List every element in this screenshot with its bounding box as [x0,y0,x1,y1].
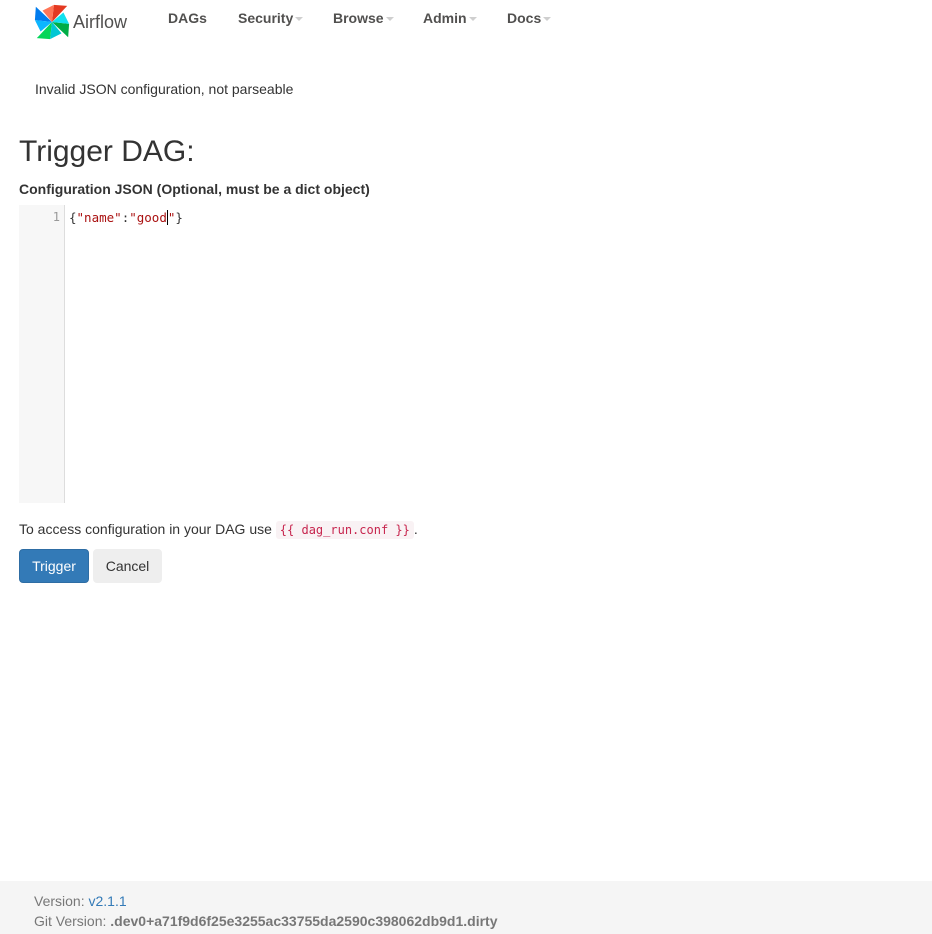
caret-down-icon [543,17,552,22]
caret-down-icon [468,17,477,22]
json-value-token: "good [129,210,167,225]
trigger-button[interactable]: Trigger [19,549,89,583]
config-json-editor[interactable]: 1 {"name":"good"} [19,205,912,503]
version-label: Version: [34,893,89,909]
flash-alert: Invalid JSON configuration, not parseabl… [35,81,294,97]
nav-item-security[interactable]: Security [238,10,304,26]
line-number: 1 [52,210,60,224]
json-open-brace: { [69,210,77,225]
airflow-pinwheel-logo-icon [33,3,71,41]
nav-item-label: Security [238,10,294,26]
navbar: Airflow DAGs Security Browse Admin Docs [0,0,932,44]
nav-item-label: Browse [333,10,384,26]
nav-item-docs[interactable]: Docs [507,10,552,26]
airflow-brand-link[interactable]: Airflow [33,3,127,41]
footer-version: Version: v2.1.1 [34,893,127,909]
nav-item-label: Docs [507,10,542,26]
caret-down-icon [385,17,394,22]
help-text-suffix: . [413,521,418,537]
nav-item-label: Admin [423,10,467,26]
help-text-prefix: To access configuration in your DAG use [19,521,276,537]
nav-item-dags[interactable]: DAGs [168,10,207,26]
nav-item-label: DAGs [168,10,207,26]
git-version-label: Git Version: [34,913,111,929]
version-link[interactable]: v2.1.1 [88,893,126,909]
git-version-value: .dev0+a71f9d6f25e3255ac33755da2590c39806… [110,913,498,929]
caret-down-icon [295,17,304,22]
code-line[interactable]: {"name":"good"} [69,210,183,225]
footer-git-version: Git Version: .dev0+a71f9d6f25e3255ac3375… [34,913,498,929]
page-title: Trigger DAG: [19,135,195,168]
nav-item-admin[interactable]: Admin [423,10,477,26]
nav-item-browse[interactable]: Browse [333,10,394,26]
config-help-text: To access configuration in your DAG use … [19,521,418,539]
brand-text: Airflow [73,11,128,32]
footer: Version: v2.1.1 Git Version: .dev0+a71f9… [0,881,932,934]
cancel-button[interactable]: Cancel [93,549,162,583]
json-close-brace: } [175,210,183,225]
json-key-token: "name" [76,210,122,225]
config-json-label: Configuration JSON (Optional, must be a … [19,181,370,197]
editor-gutter: 1 [19,205,65,503]
dag-run-conf-code: {{ dag_run.conf }} [275,521,414,539]
